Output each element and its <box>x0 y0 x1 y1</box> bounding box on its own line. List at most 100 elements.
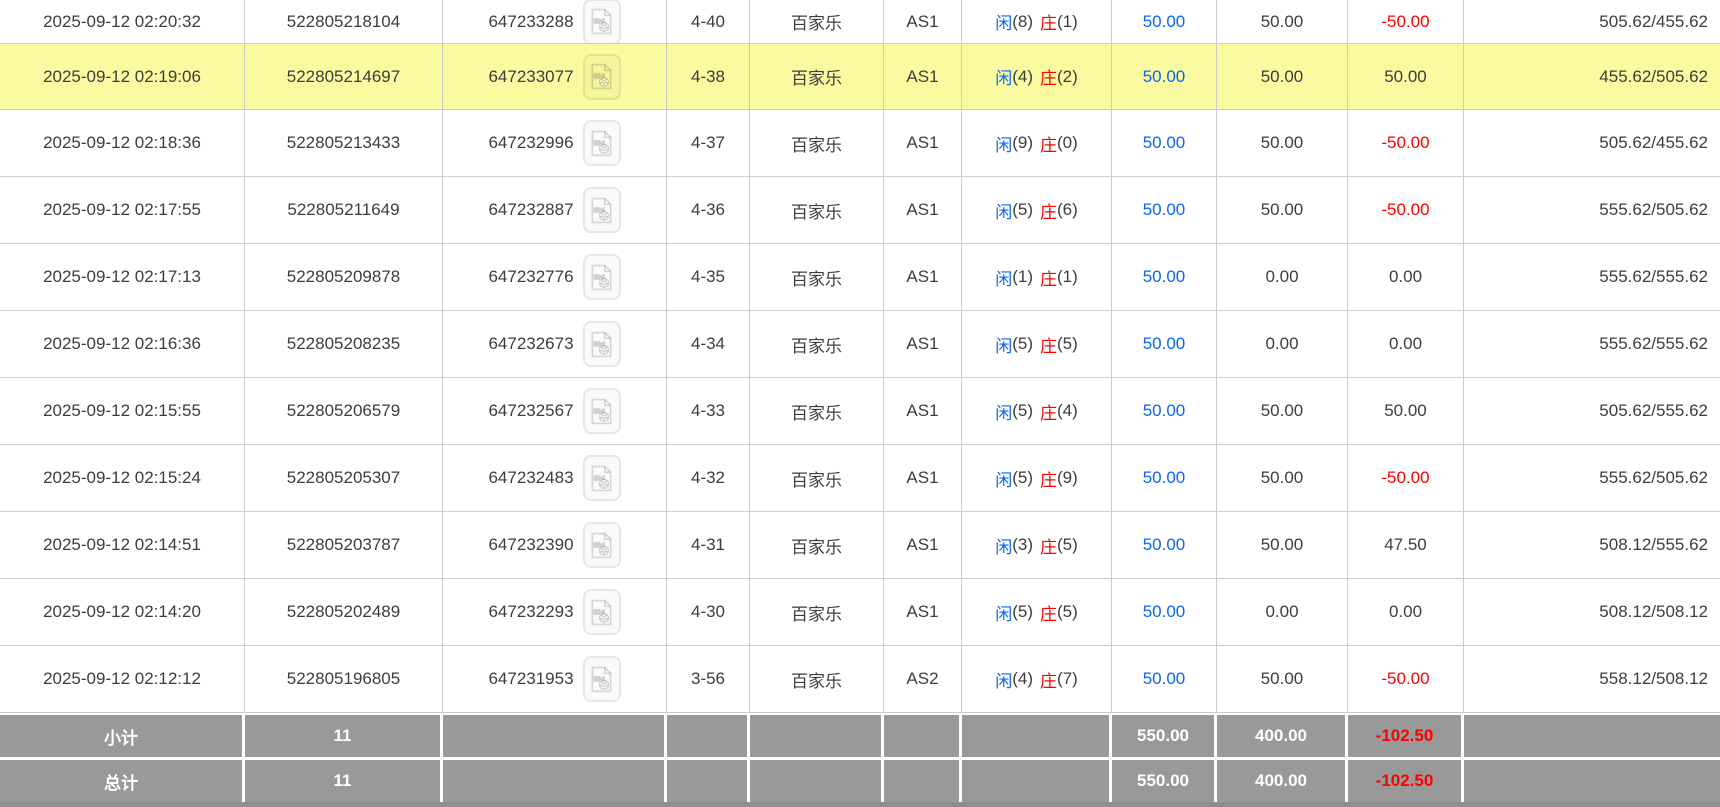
subtotal-empty-table <box>884 715 962 757</box>
table-row[interactable]: 2025-09-12 02:15:24 522805205307 6472324… <box>0 445 1720 512</box>
cell-table: AS1 <box>884 110 962 176</box>
cell-game-id: 647232996 <box>443 110 667 176</box>
banker-label: 庄 <box>1040 600 1057 625</box>
subtotal-empty-round <box>667 715 750 757</box>
cell-bet-amount: 50.00 <box>1112 512 1217 578</box>
cell-bet-amount: 50.00 <box>1112 646 1217 712</box>
game-id-value: 647232293 <box>488 602 573 622</box>
cell-bet-amount: 50.00 <box>1112 44 1217 109</box>
player-label: 闲 <box>995 9 1012 34</box>
table-row[interactable]: 2025-09-12 02:14:51 522805203787 6472323… <box>0 512 1720 579</box>
cell-balance: 455.62/505.62 <box>1464 44 1720 109</box>
game-id-value: 647233077 <box>488 67 573 87</box>
banker-points: (5) <box>1057 602 1078 622</box>
bet-amount-link[interactable]: 50.00 <box>1143 67 1186 87</box>
cell-order-id: 522805218104 <box>245 0 443 43</box>
cell-round: 4-34 <box>667 311 750 377</box>
table-body: 2025-09-12 02:20:32 522805218104 6472332… <box>0 0 1720 713</box>
bet-amount-link[interactable]: 50.00 <box>1143 535 1186 555</box>
cell-table: AS1 <box>884 311 962 377</box>
table-row[interactable]: 2025-09-12 02:14:20 522805202489 6472322… <box>0 579 1720 646</box>
player-points: (5) <box>1012 602 1033 622</box>
cell-order-id: 522805211649 <box>245 177 443 243</box>
table-row[interactable]: 2025-09-12 02:18:36 522805213433 6472329… <box>0 110 1720 177</box>
table-row[interactable]: 2025-09-12 02:19:06 522805214697 6472330… <box>0 44 1720 110</box>
video-replay-button[interactable] <box>583 120 621 166</box>
banker-points: (9) <box>1057 468 1078 488</box>
cell-bet-amount: 50.00 <box>1112 311 1217 377</box>
bet-amount-link[interactable]: 50.00 <box>1143 334 1186 354</box>
bet-amount-link[interactable]: 50.00 <box>1143 267 1186 287</box>
bet-amount-link[interactable]: 50.00 <box>1143 200 1186 220</box>
film-document-icon <box>590 465 613 492</box>
cell-game-id: 647232483 <box>443 445 667 511</box>
table-row[interactable]: 2025-09-12 02:15:55 522805206579 6472325… <box>0 378 1720 445</box>
total-count: 11 <box>245 760 443 802</box>
cell-round: 4-32 <box>667 445 750 511</box>
video-replay-button[interactable] <box>583 254 621 300</box>
bet-amount-link[interactable]: 50.00 <box>1143 468 1186 488</box>
cell-bet-time: 2025-09-12 02:14:20 <box>0 579 245 645</box>
bet-amount-link[interactable]: 50.00 <box>1143 133 1186 153</box>
table-row[interactable]: 2025-09-12 02:17:55 522805211649 6472328… <box>0 177 1720 244</box>
video-replay-button[interactable] <box>583 455 621 501</box>
subtotal-winloss-total: -102.50 <box>1348 715 1464 757</box>
cell-game-type: 百家乐 <box>750 244 884 310</box>
video-replay-button[interactable] <box>583 589 621 635</box>
cell-bet-amount: 50.00 <box>1112 378 1217 444</box>
cell-game-id: 647231953 <box>443 646 667 712</box>
cell-result: 闲(8)庄(1) <box>962 0 1112 43</box>
video-replay-button[interactable] <box>583 522 621 568</box>
bet-amount-link[interactable]: 50.00 <box>1143 401 1186 421</box>
subtotal-empty-game-type <box>750 715 884 757</box>
table-row[interactable]: 2025-09-12 02:16:36 522805208235 6472326… <box>0 311 1720 378</box>
cell-balance: 505.62/455.62 <box>1464 110 1720 176</box>
video-replay-button[interactable] <box>583 0 621 43</box>
table-row[interactable]: 2025-09-12 02:20:32 522805218104 6472332… <box>0 0 1720 44</box>
film-document-icon <box>590 63 613 90</box>
banker-points: (2) <box>1057 67 1078 87</box>
video-replay-button[interactable] <box>583 54 621 100</box>
game-id-value: 647232996 <box>488 133 573 153</box>
video-replay-button[interactable] <box>583 187 621 233</box>
player-label: 闲 <box>995 131 1012 156</box>
cell-bet-time: 2025-09-12 02:15:55 <box>0 378 245 444</box>
player-points: (4) <box>1012 67 1033 87</box>
cell-balance: 558.12/508.12 <box>1464 646 1720 712</box>
table-row[interactable]: 2025-09-12 02:12:12 522805196805 6472319… <box>0 646 1720 713</box>
cell-game-type: 百家乐 <box>750 177 884 243</box>
cell-bet-time: 2025-09-12 02:15:24 <box>0 445 245 511</box>
bet-history-table: 2025-09-12 02:20:32 522805218104 6472332… <box>0 0 1720 807</box>
player-points: (5) <box>1012 334 1033 354</box>
banker-points: (1) <box>1057 12 1078 32</box>
subtotal-empty-balance <box>1464 715 1720 757</box>
cell-game-id: 647232776 <box>443 244 667 310</box>
cell-result: 闲(5)庄(9) <box>962 445 1112 511</box>
video-replay-button[interactable] <box>583 656 621 702</box>
bet-amount-link[interactable]: 50.00 <box>1143 602 1186 622</box>
cell-bet-time: 2025-09-12 02:14:51 <box>0 512 245 578</box>
subtotal-count: 11 <box>245 715 443 757</box>
cell-round: 4-36 <box>667 177 750 243</box>
cell-round: 4-31 <box>667 512 750 578</box>
cell-valid-amount: 50.00 <box>1217 110 1348 176</box>
banker-label: 庄 <box>1040 131 1057 156</box>
film-document-icon <box>590 331 613 358</box>
cell-win-loss: -50.00 <box>1348 445 1464 511</box>
player-points: (8) <box>1012 12 1033 32</box>
cell-win-loss: 0.00 <box>1348 311 1464 377</box>
table-row[interactable]: 2025-09-12 02:17:13 522805209878 6472327… <box>0 244 1720 311</box>
bet-amount-link[interactable]: 50.00 <box>1143 669 1186 689</box>
game-id-value: 647231953 <box>488 669 573 689</box>
player-points: (9) <box>1012 133 1033 153</box>
cell-table: AS1 <box>884 44 962 109</box>
video-replay-button[interactable] <box>583 321 621 367</box>
cell-round: 4-40 <box>667 0 750 43</box>
film-document-icon <box>590 197 613 224</box>
film-document-icon <box>590 666 613 693</box>
bet-amount-link[interactable]: 50.00 <box>1143 12 1186 32</box>
cell-win-loss: -50.00 <box>1348 646 1464 712</box>
cell-balance: 555.62/555.62 <box>1464 244 1720 310</box>
cell-round: 3-56 <box>667 646 750 712</box>
video-replay-button[interactable] <box>583 388 621 434</box>
